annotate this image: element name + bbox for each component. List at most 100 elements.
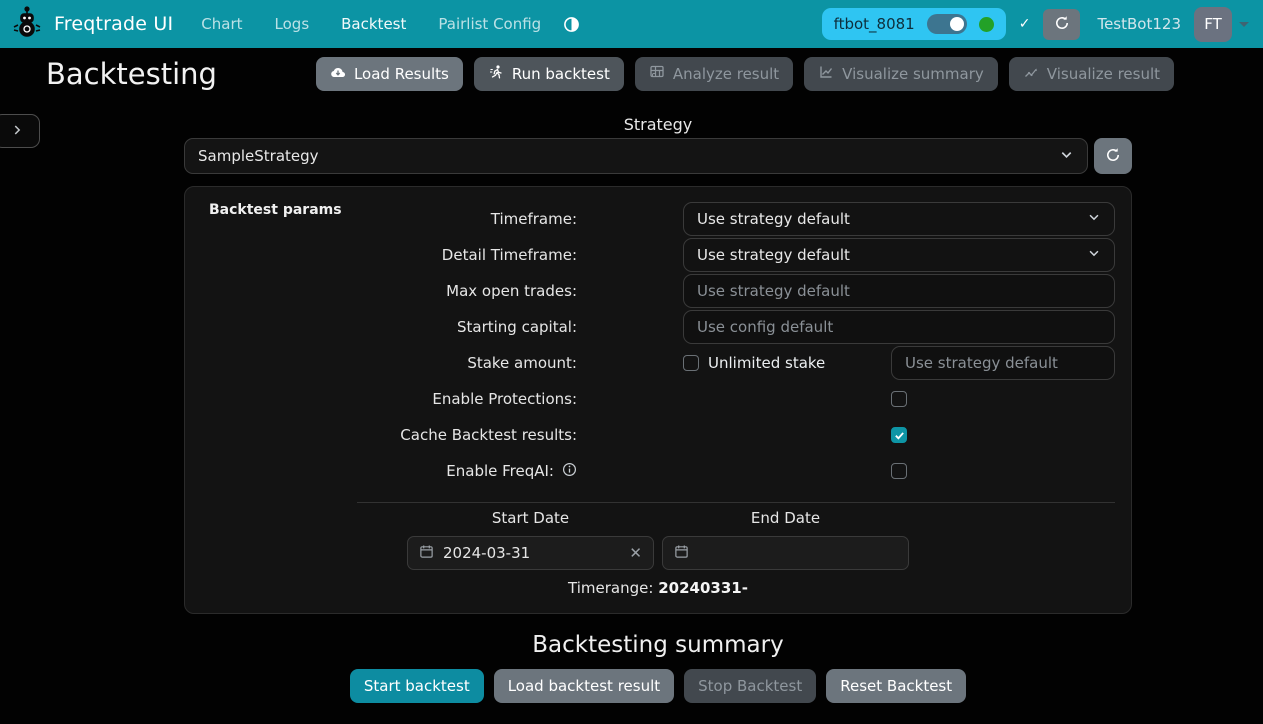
stop-backtest-label: Stop Backtest	[698, 677, 802, 695]
start-date-input[interactable]: 2024-03-31 ✕	[407, 536, 654, 570]
nav-link-chart[interactable]: Chart	[201, 15, 242, 33]
strategy-select[interactable]: SampleStrategy	[184, 138, 1088, 174]
starting-capital-row: Starting capital:	[201, 309, 1115, 345]
timerange-text: Timerange: 20240331-	[201, 579, 1115, 597]
detail-timeframe-label: Detail Timeframe:	[201, 246, 683, 264]
starting-capital-label: Starting capital:	[201, 318, 683, 336]
cache-results-label: Cache Backtest results:	[201, 426, 683, 444]
cloud-download-icon	[330, 64, 346, 84]
unlimited-stake-checkbox[interactable]	[683, 355, 699, 371]
analyze-result-label: Analyze result	[673, 65, 779, 83]
chevron-down-icon	[1059, 147, 1074, 166]
backtesting-page: Freqtrade UI Chart Logs Backtest Pairlis…	[0, 0, 1263, 724]
nav-link-logs[interactable]: Logs	[275, 15, 310, 33]
table-icon	[649, 64, 665, 84]
stake-amount-row: Stake amount: Unlimited stake	[201, 345, 1115, 381]
start-backtest-button[interactable]: Start backtest	[350, 669, 484, 703]
enable-freqai-row: Enable FreqAI:	[201, 453, 1115, 489]
header-buttons: Load Results Run backtest	[316, 57, 1174, 91]
summary-title: Backtesting summary	[184, 632, 1132, 658]
chevron-right-icon	[10, 122, 24, 141]
analyze-result-button[interactable]: Analyze result	[635, 57, 793, 91]
strategy-row: SampleStrategy	[184, 138, 1132, 174]
visualize-result-button[interactable]: Visualize result	[1009, 57, 1174, 91]
global-refresh-button[interactable]	[1043, 9, 1080, 40]
toggle-knob	[950, 17, 964, 31]
cache-results-row: Cache Backtest results:	[201, 417, 1115, 453]
enable-freqai-label: Enable FreqAI:	[446, 462, 554, 480]
max-open-trades-label: Max open trades:	[201, 282, 683, 300]
enable-protections-row: Enable Protections:	[201, 381, 1115, 417]
stake-amount-label: Stake amount:	[201, 354, 683, 372]
starting-capital-input[interactable]	[683, 310, 1115, 344]
load-backtest-result-label: Load backtest result	[508, 677, 660, 695]
check-icon: ✓	[1019, 16, 1031, 32]
stop-backtest-button[interactable]: Stop Backtest	[684, 669, 816, 703]
bot-name: ftbot_8081	[834, 15, 915, 33]
start-date-value: 2024-03-31	[443, 544, 530, 562]
load-results-button[interactable]: Load Results	[316, 57, 463, 91]
user-menu-dropdown[interactable]: FT	[1194, 7, 1249, 42]
enable-freqai-checkbox[interactable]	[891, 463, 907, 479]
start-date-label: Start Date	[407, 509, 654, 527]
detail-timeframe-select[interactable]: Use strategy default	[683, 238, 1115, 272]
bot-online-status-dot	[979, 17, 994, 32]
unlimited-stake-label: Unlimited stake	[708, 354, 825, 372]
username-label: TestBot123	[1097, 15, 1181, 33]
clear-date-icon[interactable]: ✕	[629, 544, 642, 562]
visualize-summary-label: Visualize summary	[842, 65, 984, 83]
strategy-refresh-button[interactable]	[1094, 138, 1132, 174]
summary-buttons: Start backtest Load backtest result Stop…	[184, 669, 1132, 703]
theme-toggle-icon[interactable]	[563, 16, 580, 33]
load-backtest-result-button[interactable]: Load backtest result	[494, 669, 674, 703]
detail-timeframe-row: Detail Timeframe: Use strategy default	[201, 237, 1115, 273]
run-backtest-button[interactable]: Run backtest	[474, 57, 624, 91]
brand-title: Freqtrade UI	[54, 13, 173, 35]
start-backtest-label: Start backtest	[364, 677, 470, 695]
chevron-down-icon	[1087, 246, 1101, 264]
chevron-down-icon	[1239, 22, 1249, 27]
reset-backtest-label: Reset Backtest	[840, 677, 952, 695]
backtest-params-card: Backtest params Timeframe: Use strategy …	[184, 186, 1132, 614]
main-content: Strategy SampleStrategy Backtest params	[184, 115, 1132, 703]
top-navbar: Freqtrade UI Chart Logs Backtest Pairlis…	[0, 0, 1263, 48]
page-title: Backtesting	[46, 57, 217, 91]
max-open-trades-input[interactable]	[683, 274, 1115, 308]
stake-amount-input[interactable]	[891, 346, 1115, 380]
enable-protections-checkbox[interactable]	[891, 391, 907, 407]
bot-toggle-switch[interactable]	[927, 14, 967, 34]
calendar-icon	[419, 544, 434, 563]
brand[interactable]: Freqtrade UI	[10, 5, 173, 43]
avatar: FT	[1194, 7, 1232, 42]
cache-results-checkbox[interactable]	[891, 427, 907, 443]
max-open-trades-row: Max open trades:	[201, 273, 1115, 309]
strategy-selected-value: SampleStrategy	[198, 147, 1059, 165]
run-backtest-label: Run backtest	[512, 65, 610, 83]
bot-selector: ftbot_8081	[822, 8, 1006, 40]
timerange-label: Timerange:	[568, 579, 653, 597]
calendar-icon	[674, 544, 689, 563]
sidebar-expand-button[interactable]	[0, 114, 40, 148]
navbar-right: ftbot_8081 ✓ TestBot123 FT	[822, 7, 1249, 42]
page-header: Backtesting Load Results	[0, 48, 1263, 91]
visualize-summary-button[interactable]: Visualize summary	[804, 57, 998, 91]
reset-backtest-button[interactable]: Reset Backtest	[826, 669, 966, 703]
enable-protections-label: Enable Protections:	[201, 390, 683, 408]
timeframe-select[interactable]: Use strategy default	[683, 202, 1115, 236]
load-results-label: Load Results	[354, 65, 449, 83]
params-card-title: Backtest params	[209, 202, 342, 218]
timerange-value: 20240331-	[658, 579, 748, 597]
dates-section: Start Date 2024-03-31 ✕ End Date	[201, 509, 1115, 570]
nav-links: Chart Logs Backtest Pairlist Config	[201, 15, 541, 33]
graph-scatter-icon	[1023, 64, 1039, 84]
freqtrade-robot-logo-icon	[10, 5, 44, 43]
nav-link-backtest[interactable]: Backtest	[341, 15, 406, 33]
chevron-down-icon	[1087, 210, 1101, 228]
strategy-label: Strategy	[184, 115, 1132, 134]
end-date-input[interactable]	[662, 536, 909, 570]
chart-line-icon	[818, 64, 834, 84]
nav-link-pairlist-config[interactable]: Pairlist Config	[438, 15, 541, 33]
timeframe-selected-value: Use strategy default	[697, 210, 1087, 228]
info-icon[interactable]	[562, 462, 577, 481]
visualize-result-label: Visualize result	[1047, 65, 1160, 83]
